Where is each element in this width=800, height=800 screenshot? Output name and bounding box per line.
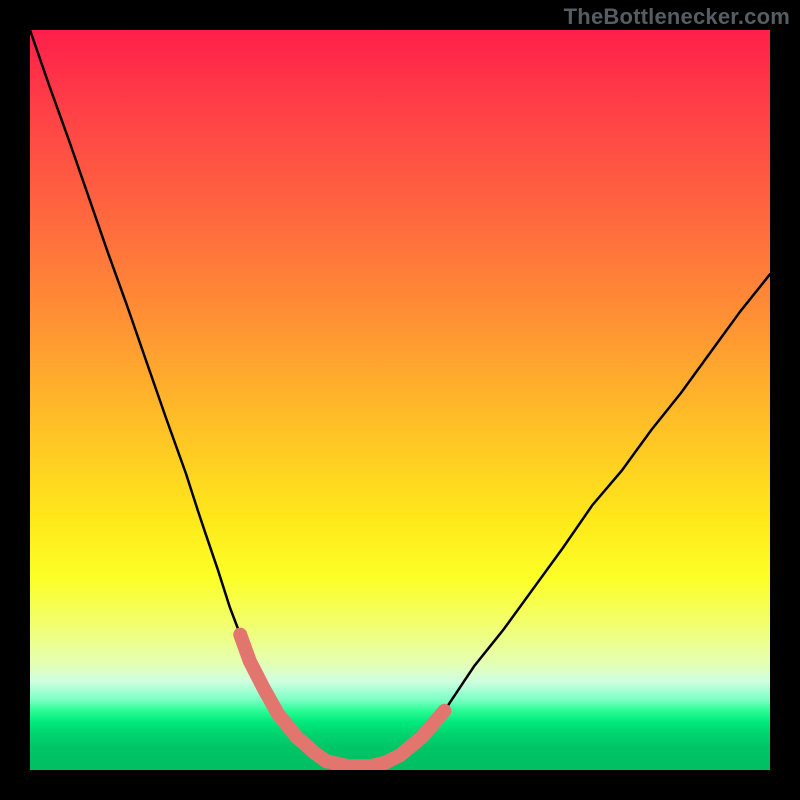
optimal-range-marker-right <box>385 711 444 763</box>
bottleneck-curve <box>30 30 770 766</box>
optimal-range-marker-left <box>240 635 326 762</box>
curve-layer <box>30 30 770 770</box>
optimal-range-marker-floor <box>326 761 385 766</box>
chart-frame: TheBottlenecker.com <box>0 0 800 800</box>
plot-area <box>30 30 770 770</box>
watermark-text: TheBottlenecker.com <box>564 4 790 30</box>
